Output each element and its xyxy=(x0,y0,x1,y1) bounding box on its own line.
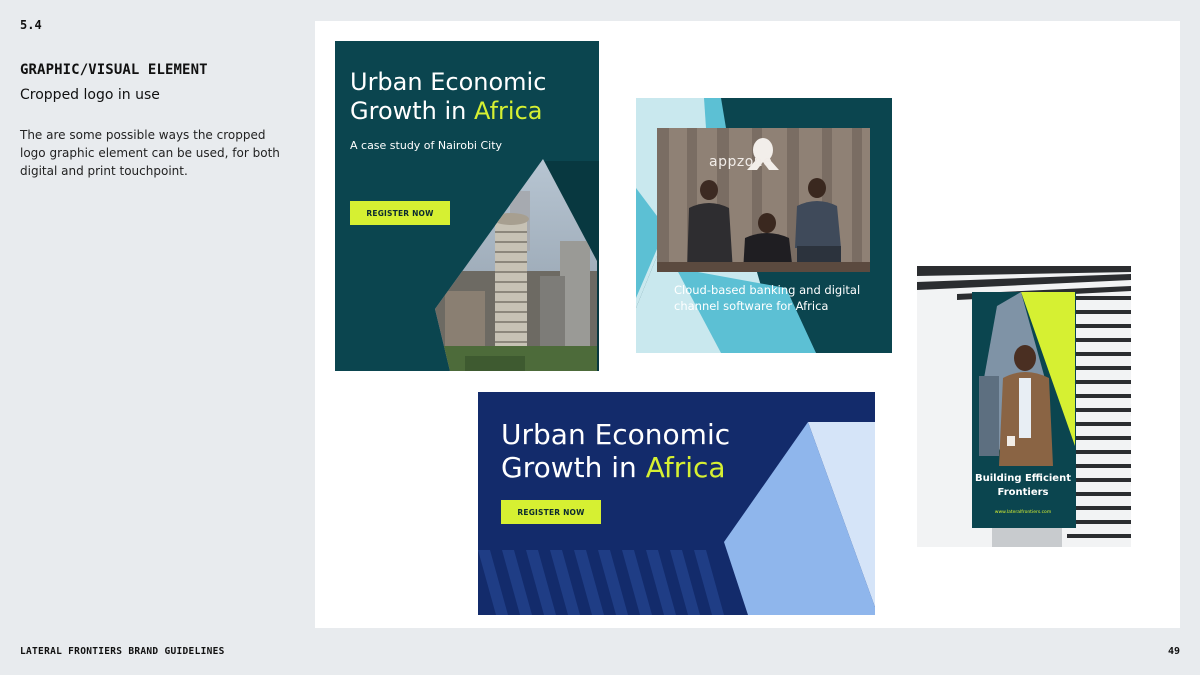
building-banner-graphic xyxy=(917,266,1131,547)
poster-subtitle: A case study of Nairobi City xyxy=(350,139,503,152)
banner-title-accent: Africa xyxy=(645,451,726,484)
banner-url: www.lateralfrontiers.com xyxy=(994,510,1052,515)
poster-title-accent: Africa xyxy=(474,97,543,125)
banner-register-now-button[interactable]: REGISTER NOW xyxy=(501,500,601,524)
banner-title: Urban Economic Growth in Africa xyxy=(501,418,781,484)
appzone-card: appzone Cloud-based banking and digital … xyxy=(636,98,892,353)
footer-brand-label: LATERAL FRONTIERS BRAND GUIDELINES xyxy=(20,646,225,657)
appzone-caption: Cloud-based banking and digital channel … xyxy=(674,283,861,313)
poster-title: Urban Economic Growth in Africa xyxy=(350,68,590,126)
footer-page-number: 49 xyxy=(1167,646,1180,657)
register-now-button[interactable]: REGISTER NOW xyxy=(350,201,450,225)
page-body-text: The are some possible ways the cropped l… xyxy=(20,128,280,178)
poster-card-nairobi: Urban Economic Growth in Africa A case s… xyxy=(335,41,599,371)
mockup-canvas: Urban Economic Growth in Africa A case s… xyxy=(315,21,1180,628)
section-number: 5.4 xyxy=(20,18,42,32)
page-subheading: Cropped logo in use xyxy=(20,87,160,103)
banner-headline: Building Efficient Frontiers xyxy=(975,473,1071,498)
appzone-logo-text: appzone xyxy=(709,154,773,170)
web-banner-card: Urban Economic Growth in Africa REGISTER… xyxy=(478,392,875,615)
hanging-banner-card: Building Efficient Frontiers www.lateral… xyxy=(917,266,1131,547)
page-heading: GRAPHIC/VISUAL ELEMENT xyxy=(20,62,208,78)
team-photo xyxy=(657,128,870,272)
